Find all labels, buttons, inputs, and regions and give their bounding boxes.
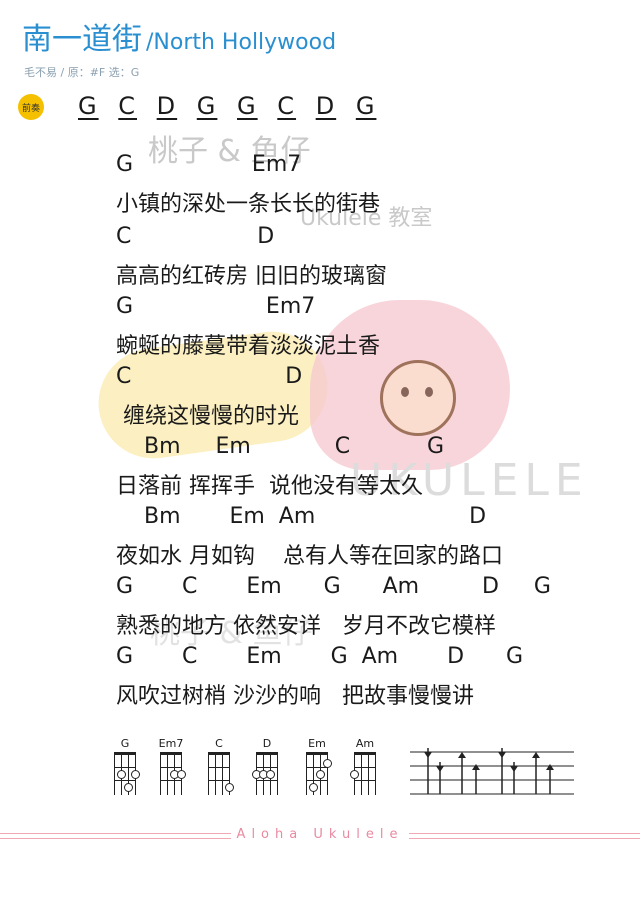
- intro-chord: D: [156, 92, 178, 120]
- intro-chord: G: [196, 92, 218, 120]
- song-title-text: 南一道街: [22, 22, 142, 57]
- chord-diagram-g: G: [110, 737, 140, 795]
- lyric-line: 缠绕这慢慢的时光: [116, 404, 299, 429]
- chord-diagram-d: D: [252, 737, 282, 795]
- intro-chord: G: [355, 92, 377, 120]
- intro-badge: 前奏: [18, 94, 44, 120]
- chord-diagram-label: D: [262, 737, 272, 750]
- chord-diagram-label: Em7: [158, 737, 184, 750]
- finger-dot-icon: [323, 759, 332, 768]
- intro-chord: G: [78, 92, 99, 120]
- face-eye-icon: [401, 387, 409, 397]
- chord-line: G C Em G Am D G: [116, 644, 524, 669]
- chord-diagram-c: C: [204, 737, 234, 795]
- fretboard-icon: [114, 752, 140, 795]
- finger-dot-icon: [177, 770, 186, 779]
- chord-line: Bm Em C G: [116, 434, 445, 459]
- face-eye-icon: [425, 387, 433, 397]
- chord-diagram-label: Am: [355, 737, 375, 750]
- lyric-line: 小镇的深处一条长长的街巷: [116, 192, 381, 217]
- fretboard-icon: [208, 752, 234, 795]
- lyric-line: 高高的红砖房 旧旧的玻璃窗: [116, 264, 387, 289]
- finger-dot-icon: [124, 783, 133, 792]
- chord-line: Bm Em Am D: [116, 504, 487, 529]
- chord-diagram-em7: Em7: [156, 737, 186, 795]
- chord-diagram-em: Em: [302, 737, 332, 795]
- chord-line: C D: [116, 364, 303, 389]
- lyric-line: 日落前 挥挥手 说他没有等太久: [116, 474, 423, 499]
- strum-pattern-icon: [410, 748, 574, 795]
- finger-dot-icon: [350, 770, 359, 779]
- chord-line: G Em7: [116, 152, 302, 177]
- chord-line: G Em7: [116, 294, 316, 319]
- finger-dot-icon: [316, 770, 325, 779]
- song-meta: 毛不易 / 原：#F 选：G: [24, 66, 140, 79]
- footer-brand: Aloha Ukulele: [0, 827, 640, 842]
- chord-diagram-label: Em: [308, 737, 326, 750]
- lyric-line: 风吹过树梢 沙沙的响 把故事慢慢讲: [116, 684, 474, 709]
- footer-brand-text: Aloha Ukulele: [230, 827, 410, 842]
- fretboard-icon: [350, 752, 376, 795]
- song-title: 南一道街/North Hollywood: [22, 14, 336, 58]
- finger-dot-icon: [117, 770, 126, 779]
- finger-dot-icon: [131, 770, 140, 779]
- intro-chord: G: [237, 92, 258, 120]
- fretboard-icon: [160, 752, 186, 795]
- chord-diagram-label: C: [215, 737, 223, 750]
- fretboard-icon: [252, 752, 278, 795]
- fretboard-icon: [306, 752, 332, 795]
- chord-diagram-label: G: [120, 737, 130, 750]
- finger-dot-icon: [309, 783, 318, 792]
- lyric-line: 蜿蜒的藤蔓带着淡淡泥土香: [116, 334, 381, 359]
- intro-chord: D: [315, 92, 337, 120]
- chord-diagram-am: Am: [350, 737, 380, 795]
- decorative-face-illustration: [380, 360, 456, 436]
- finger-dot-icon: [266, 770, 275, 779]
- song-subtitle: /North Hollywood: [146, 30, 337, 55]
- intro-chord: C: [277, 92, 297, 120]
- intro-chord: C: [118, 92, 138, 120]
- lyric-line: 熟悉的地方 依然安详 岁月不改它模样: [116, 614, 496, 639]
- finger-dot-icon: [225, 783, 234, 792]
- intro-chords: G C D G G C D G: [78, 92, 386, 120]
- lyric-line: 夜如水 月如钩 总有人等在回家的路口: [116, 544, 503, 569]
- chord-line: G C Em G Am D G: [116, 574, 551, 599]
- chord-line: C D: [116, 224, 275, 249]
